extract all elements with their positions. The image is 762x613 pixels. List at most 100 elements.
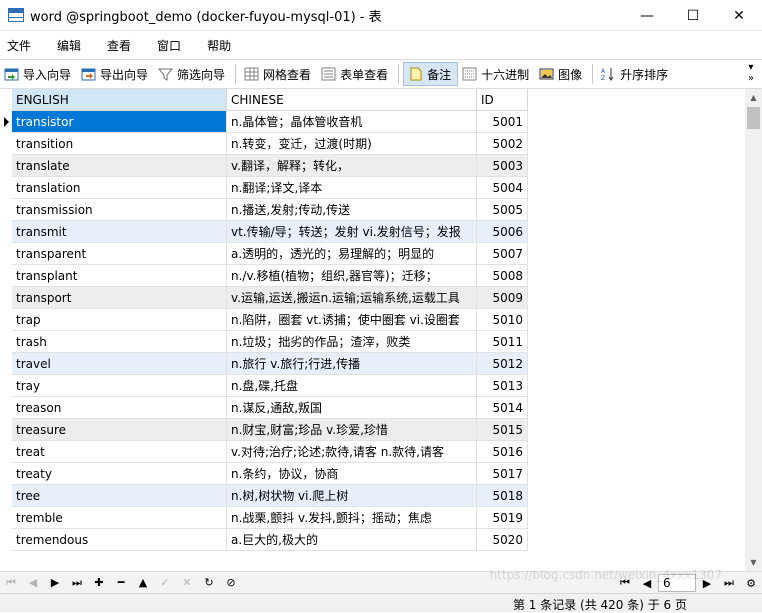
cell-english[interactable]: trap: [12, 309, 227, 331]
table-row[interactable]: translation n.翻译;译文,译本 5004: [0, 177, 528, 199]
first-record-icon[interactable]: ⏮: [0, 573, 22, 593]
cell-chinese[interactable]: n.晶体管；晶体管收音机: [227, 111, 477, 133]
page-number-input[interactable]: 6: [658, 574, 696, 592]
menu-edit[interactable]: 编辑: [49, 37, 93, 54]
row-indicator[interactable]: [0, 309, 12, 331]
table-row[interactable]: transition n.转变，变迁，过渡(时期) 5002: [0, 133, 528, 155]
stop-icon[interactable]: ⊘: [220, 573, 242, 593]
sort-ascending-button[interactable]: AZ 升序排序: [597, 62, 674, 86]
cell-id[interactable]: 5008: [477, 265, 528, 287]
table-row[interactable]: travel n.旅行 v.旅行;行进,传播 5012: [0, 353, 528, 375]
row-indicator[interactable]: [0, 265, 12, 287]
cell-id[interactable]: 5010: [477, 309, 528, 331]
table-row[interactable]: transmission n.播送,发射;传动,传送 5005: [0, 199, 528, 221]
cell-english[interactable]: tree: [12, 485, 227, 507]
cell-english[interactable]: treasure: [12, 419, 227, 441]
cell-chinese[interactable]: v.翻译，解释；转化，: [227, 155, 477, 177]
table-row[interactable]: tremble n.战栗,颤抖 v.发抖,颤抖；摇动；焦虑 5019: [0, 507, 528, 529]
row-indicator[interactable]: [0, 441, 12, 463]
vertical-scrollbar[interactable]: ▲ ▼: [745, 89, 762, 571]
cell-chinese[interactable]: a.透明的，透光的；易理解的；明显的: [227, 243, 477, 265]
cell-chinese[interactable]: n.财宝,财富;珍品 v.珍爱,珍惜: [227, 419, 477, 441]
table-row[interactable]: treasure n.财宝,财富;珍品 v.珍爱,珍惜 5015: [0, 419, 528, 441]
cell-chinese[interactable]: v.运输,运送,搬运n.运输;运输系统,运载工具: [227, 287, 477, 309]
table-row[interactable]: translate v.翻译，解释；转化， 5003: [0, 155, 528, 177]
row-indicator[interactable]: [0, 419, 12, 441]
cell-english[interactable]: transmit: [12, 221, 227, 243]
cell-id[interactable]: 5013: [477, 375, 528, 397]
add-record-icon[interactable]: ✚: [88, 573, 110, 593]
cell-id[interactable]: 5005: [477, 199, 528, 221]
row-indicator[interactable]: [0, 397, 12, 419]
cell-english[interactable]: travel: [12, 353, 227, 375]
cell-chinese[interactable]: n.翻译;译文,译本: [227, 177, 477, 199]
cell-english[interactable]: tray: [12, 375, 227, 397]
cell-chinese[interactable]: vt.传输/导；转送；发射 vi.发射信号；发报: [227, 221, 477, 243]
hex-button[interactable]: 十六进制: [458, 62, 535, 86]
cell-chinese[interactable]: a.巨大的,极大的: [227, 529, 477, 551]
scroll-thumb[interactable]: [747, 107, 760, 129]
cell-chinese[interactable]: n.转变，变迁，过渡(时期): [227, 133, 477, 155]
cell-english[interactable]: trash: [12, 331, 227, 353]
column-header-chinese[interactable]: CHINESE: [227, 89, 477, 111]
cell-id[interactable]: 5019: [477, 507, 528, 529]
cell-chinese[interactable]: n.播送,发射;传动,传送: [227, 199, 477, 221]
cell-english[interactable]: transistor: [12, 111, 227, 133]
cell-id[interactable]: 5015: [477, 419, 528, 441]
cell-id[interactable]: 5006: [477, 221, 528, 243]
cell-id[interactable]: 5016: [477, 441, 528, 463]
maximize-button[interactable]: ☐: [670, 0, 716, 31]
table-row[interactable]: trash n.垃圾；拙劣的作品；渣滓，败类 5011: [0, 331, 528, 353]
cell-chinese[interactable]: n./v.移植(植物；组织,器官等)；迁移；: [227, 265, 477, 287]
apply-changes-icon[interactable]: ▲: [132, 573, 154, 593]
cell-english[interactable]: transparent: [12, 243, 227, 265]
import-wizard-button[interactable]: 导入向导: [0, 62, 77, 86]
menu-view[interactable]: 查看: [99, 37, 143, 54]
row-indicator[interactable]: [0, 507, 12, 529]
cell-english[interactable]: treaty: [12, 463, 227, 485]
cell-id[interactable]: 5009: [477, 287, 528, 309]
menu-file[interactable]: 文件: [0, 37, 43, 54]
cell-chinese[interactable]: n.垃圾；拙劣的作品；渣滓，败类: [227, 331, 477, 353]
previous-record-icon[interactable]: ◀: [22, 573, 44, 593]
scroll-up-icon[interactable]: ▲: [745, 89, 762, 106]
table-row[interactable]: transplant n./v.移植(植物；组织,器官等)；迁移； 5008: [0, 265, 528, 287]
table-row[interactable]: treaty n.条约，协议，协商 5017: [0, 463, 528, 485]
menu-window[interactable]: 窗口: [149, 37, 193, 54]
refresh-icon[interactable]: ↻: [198, 573, 220, 593]
cell-english[interactable]: tremble: [12, 507, 227, 529]
table-row[interactable]: tree n.树,树状物 vi.爬上树 5018: [0, 485, 528, 507]
cell-english[interactable]: transmission: [12, 199, 227, 221]
row-indicator[interactable]: [0, 529, 12, 551]
next-record-icon[interactable]: ▶: [44, 573, 66, 593]
toolbar-overflow-icon[interactable]: ▾»: [748, 62, 754, 84]
first-page-icon[interactable]: ⏮: [614, 573, 636, 593]
table-row[interactable]: transparent a.透明的，透光的；易理解的；明显的 5007: [0, 243, 528, 265]
minimize-button[interactable]: —: [624, 0, 670, 31]
cell-chinese[interactable]: n.战栗,颤抖 v.发抖,颤抖；摇动；焦虑: [227, 507, 477, 529]
filter-wizard-button[interactable]: 筛选向导: [154, 62, 231, 86]
previous-page-icon[interactable]: ◀: [636, 573, 658, 593]
row-indicator[interactable]: [0, 199, 12, 221]
table-row[interactable]: transport v.运输,运送,搬运n.运输;运输系统,运载工具 5009: [0, 287, 528, 309]
column-header-english[interactable]: ENGLISH: [12, 89, 227, 111]
table-row[interactable]: tremendous a.巨大的,极大的 5020: [0, 529, 528, 551]
table-row[interactable]: transmit vt.传输/导；转送；发射 vi.发射信号；发报 5006: [0, 221, 528, 243]
export-wizard-button[interactable]: 导出向导: [77, 62, 154, 86]
form-view-button[interactable]: 表单查看: [317, 62, 394, 86]
row-indicator[interactable]: [0, 375, 12, 397]
cell-id[interactable]: 5018: [477, 485, 528, 507]
memo-button[interactable]: 备注: [403, 62, 459, 86]
cell-english[interactable]: treat: [12, 441, 227, 463]
cell-id[interactable]: 5011: [477, 331, 528, 353]
row-indicator[interactable]: [0, 111, 12, 133]
cell-chinese[interactable]: n.陷阱，圈套 vt.诱捕；使中圈套 vi.设圈套: [227, 309, 477, 331]
last-record-icon[interactable]: ⏭: [66, 573, 88, 593]
cell-chinese[interactable]: v.对待;治疗;论述;款待,请客 n.款待,请客: [227, 441, 477, 463]
last-page-icon[interactable]: ⏭: [718, 573, 740, 593]
row-indicator[interactable]: [0, 221, 12, 243]
row-indicator[interactable]: [0, 485, 12, 507]
table-row[interactable]: tray n.盘,碟,托盘 5013: [0, 375, 528, 397]
discard-icon[interactable]: ✕: [176, 573, 198, 593]
column-header-id[interactable]: ID: [477, 89, 528, 111]
